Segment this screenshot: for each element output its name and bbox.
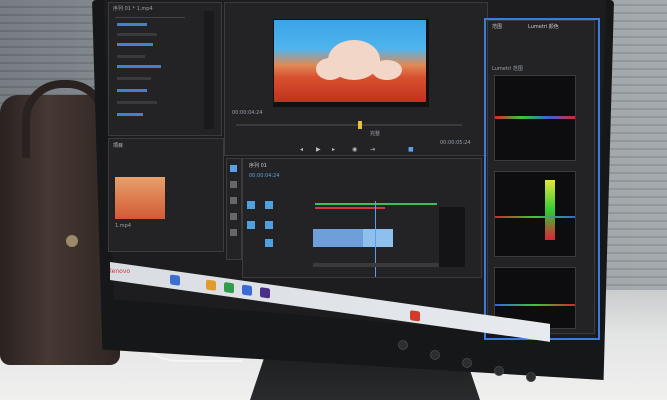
play-icon[interactable]: ▶ — [316, 146, 321, 153]
edge-icon[interactable] — [242, 284, 252, 296]
playhead-marker[interactable] — [358, 121, 362, 129]
property-row[interactable] — [117, 23, 147, 26]
monitor-button[interactable] — [430, 350, 440, 360]
lumetri-tab-color[interactable]: Lumetri 颜色 — [528, 23, 559, 30]
monitor-button[interactable] — [462, 358, 472, 368]
selected-clip[interactable] — [363, 229, 393, 247]
track-headers — [247, 199, 313, 269]
timeline-ruler-green — [315, 203, 437, 205]
property-row[interactable] — [117, 77, 151, 80]
step-back-icon[interactable]: ◂ — [300, 146, 303, 153]
lumetri-scopes-panel: 范围 Lumetri 颜色 Lumetri 范围 — [487, 20, 595, 334]
power-button[interactable] — [526, 372, 536, 382]
property-row[interactable] — [117, 55, 145, 58]
pen-tool-icon[interactable] — [230, 213, 237, 220]
clip-thumbnail[interactable] — [115, 177, 165, 219]
selection-tool-icon[interactable] — [230, 165, 237, 172]
cumulus-cloud — [372, 60, 402, 80]
track-target-v[interactable] — [265, 201, 273, 209]
hand-tool-icon[interactable] — [230, 229, 237, 236]
effect-controls-header: 序列 01 * 1.mp4 — [113, 6, 153, 12]
track-target-a[interactable] — [247, 221, 255, 229]
effect-controls-panel: 序列 01 * 1.mp4 — [108, 2, 222, 136]
ime-icon[interactable] — [410, 310, 420, 322]
property-row[interactable] — [117, 33, 157, 36]
monitor-button[interactable] — [494, 366, 504, 376]
razor-tool-icon[interactable] — [230, 197, 237, 204]
audio-meter — [439, 207, 465, 267]
step-forward-icon[interactable]: ▸ — [332, 146, 335, 153]
parade-scope — [494, 171, 576, 257]
project-tab[interactable]: 项目 — [113, 142, 123, 149]
property-row[interactable] — [117, 89, 147, 92]
folder-icon[interactable] — [206, 279, 216, 291]
timeline-panel: 序列 01 00:00:04:24 — [242, 158, 482, 278]
property-row[interactable] — [117, 65, 161, 68]
property-row[interactable] — [117, 43, 153, 46]
rgb-trace — [495, 116, 575, 119]
transport-controls: ◂ ▶ ▸ ◉ ⇥ ■ — [300, 146, 450, 156]
property-row[interactable] — [117, 113, 143, 116]
cumulus-cloud — [316, 58, 344, 80]
divider — [115, 17, 185, 18]
rgb-trace — [495, 304, 575, 306]
tools-panel — [226, 158, 242, 260]
track-target-a[interactable] — [265, 239, 273, 247]
bag-clasp — [66, 235, 78, 247]
property-row[interactable] — [117, 101, 157, 104]
lumetri-tab-scopes[interactable]: 范围 — [492, 23, 502, 30]
browser-icon[interactable] — [224, 282, 234, 294]
track-target-a[interactable] — [265, 221, 273, 229]
program-scrubber[interactable] — [236, 124, 462, 126]
playhead-timecode: 00:00:04:24 — [232, 110, 263, 116]
clip-name[interactable]: 1.mp4 — [115, 223, 131, 229]
monitor-brand-logo: lenovo — [110, 268, 131, 275]
timeline-tab[interactable]: 序列 01 — [249, 162, 267, 169]
rgb-trace — [545, 180, 555, 240]
export-frame-icon[interactable]: ◉ — [352, 146, 357, 153]
lumetri-header: Lumetri 范围 — [492, 66, 523, 72]
settings-icon[interactable]: ■ — [408, 146, 414, 153]
monitor-button[interactable] — [398, 340, 408, 350]
fit-dropdown[interactable]: 完整 — [370, 130, 380, 137]
track-select-tool-icon[interactable] — [230, 181, 237, 188]
waveform-scope — [494, 75, 576, 161]
timeline-timecode: 00:00:04:24 — [249, 173, 280, 179]
track-target-v[interactable] — [247, 201, 255, 209]
project-panel: 项目 1.mp4 — [108, 138, 224, 252]
rgb-trace — [495, 216, 575, 218]
taskbar-app-icon[interactable] — [170, 274, 180, 286]
keyframe-strip[interactable] — [204, 11, 214, 129]
premiere-icon[interactable] — [260, 287, 270, 299]
insert-icon[interactable]: ⇥ — [370, 146, 375, 153]
